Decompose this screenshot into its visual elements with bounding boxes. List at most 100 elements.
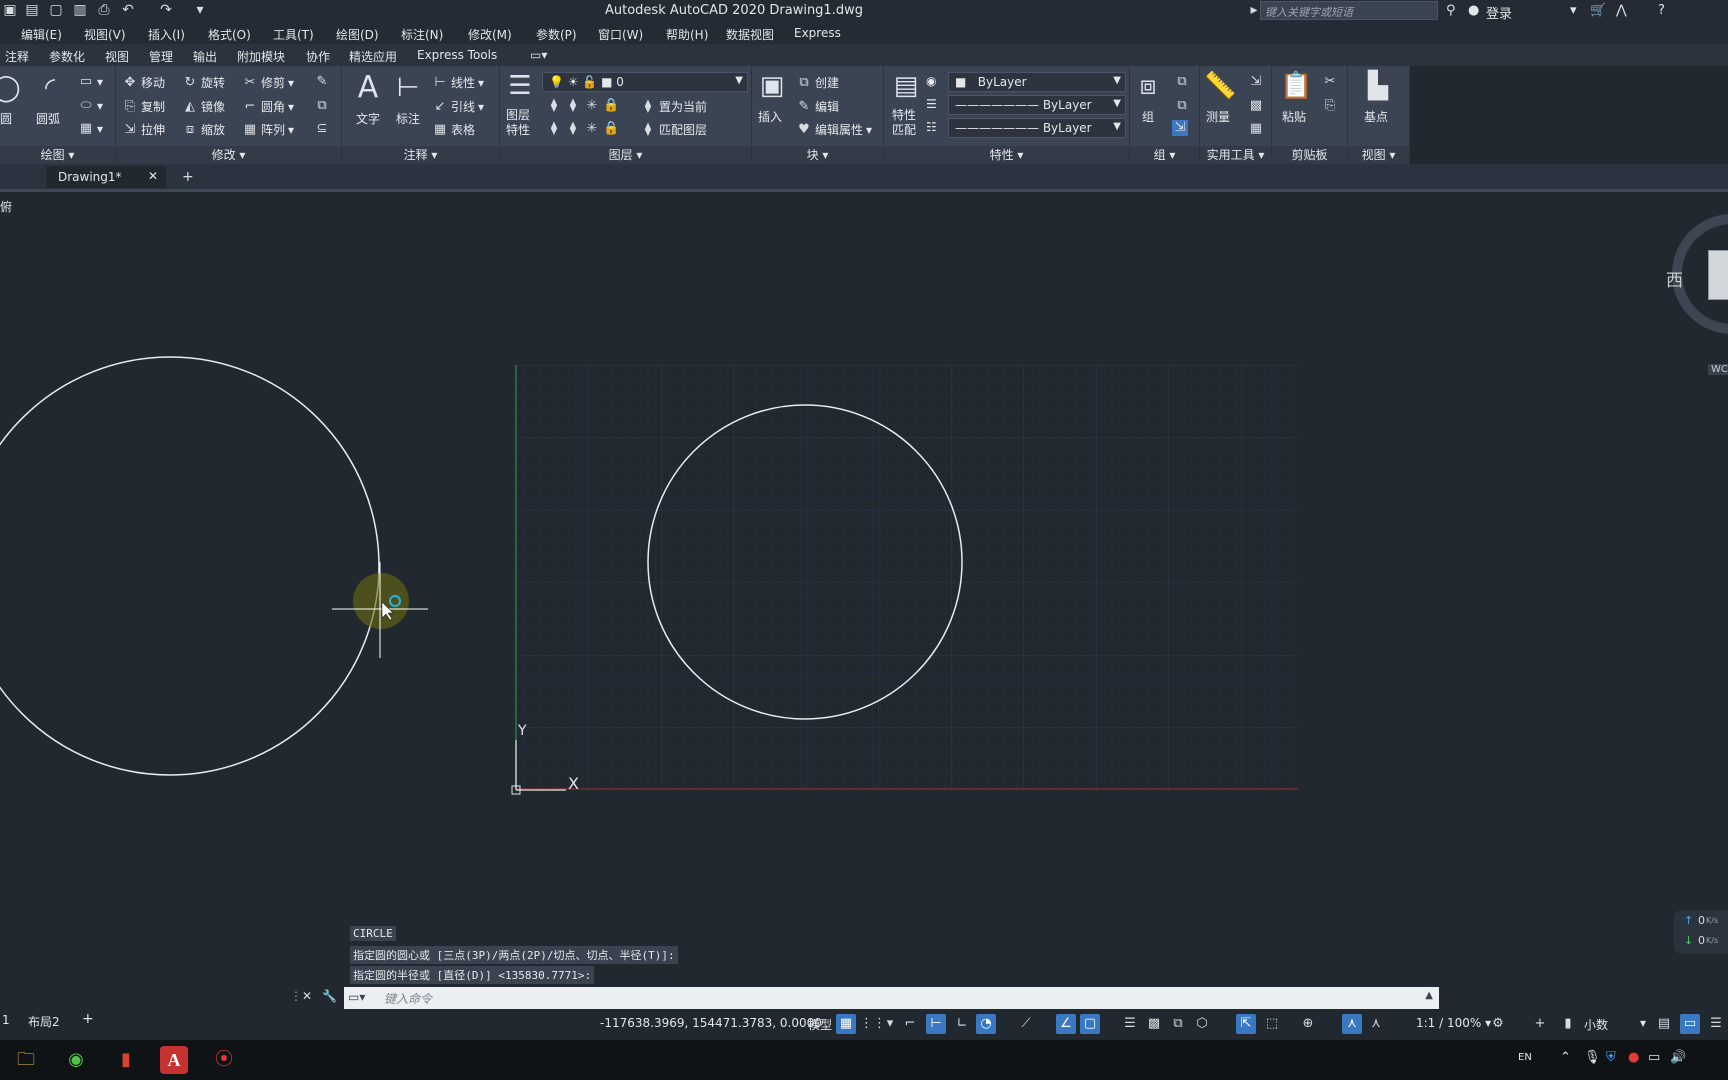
- text-icon[interactable]: A: [352, 72, 384, 104]
- base-view-label[interactable]: 基点: [1364, 108, 1388, 125]
- measure-label[interactable]: 测量: [1206, 108, 1230, 125]
- recording-tray-icon[interactable]: ●: [1628, 1050, 1639, 1065]
- hatch-icon[interactable]: ▦ ▾: [78, 121, 103, 137]
- fillet-button[interactable]: ⌐ 圆角 ▾: [242, 98, 295, 115]
- menu-data-view[interactable]: 数据视图: [726, 26, 774, 43]
- cut-icon[interactable]: ✂: [1322, 74, 1338, 90]
- group-icon[interactable]: ⧈: [1132, 70, 1164, 102]
- office-icon[interactable]: ▮: [112, 1046, 140, 1074]
- lineweight-dropdown[interactable]: ——————— ByLayer ▼: [948, 118, 1126, 138]
- arc-label[interactable]: 圆弧: [36, 110, 60, 127]
- edit-attributes-button[interactable]: ♥ 编辑属性 ▾: [796, 121, 872, 138]
- move-button[interactable]: ✥ 移动: [122, 74, 165, 91]
- binoculars-icon[interactable]: ⚲: [1446, 3, 1456, 18]
- grid-display-icon[interactable]: ▦: [836, 1014, 856, 1034]
- match-properties-icon[interactable]: ▤: [890, 70, 922, 102]
- add-layout-icon[interactable]: +: [82, 1011, 94, 1027]
- select-all-icon[interactable]: ▩: [1248, 98, 1264, 114]
- viewcube-west[interactable]: 西: [1666, 266, 1683, 291]
- array-button[interactable]: ▦ 阵列 ▾: [242, 121, 294, 138]
- table-button[interactable]: ▦ 表格: [432, 121, 475, 138]
- new-tab-icon[interactable]: +: [182, 169, 194, 185]
- edit-block-button[interactable]: ✎ 编辑: [796, 98, 839, 115]
- transparency-icon[interactable]: ▩: [1144, 1014, 1164, 1034]
- quick-select-icon[interactable]: ⇲: [1248, 74, 1264, 90]
- units-dropdown[interactable]: 小数: [1584, 1016, 1608, 1033]
- command-customize-icon[interactable]: 🔧: [322, 989, 337, 1003]
- print-icon[interactable]: ⎙: [96, 2, 112, 18]
- leader-button[interactable]: ↙ 引线 ▾: [432, 98, 485, 115]
- command-grip-icon[interactable]: ⋮: [290, 989, 302, 1003]
- close-tab-icon[interactable]: ✕: [148, 169, 158, 183]
- menu-view[interactable]: 视图(V): [84, 26, 126, 43]
- tray-chevron-icon[interactable]: ⌃: [1560, 1050, 1571, 1065]
- drawing-canvas[interactable]: Y X: [0, 192, 1728, 1012]
- panel-modify-footer[interactable]: 修改 ▾: [116, 146, 341, 164]
- circle-in-progress[interactable]: [0, 356, 380, 776]
- cart-icon[interactable]: 🛒: [1590, 3, 1606, 18]
- command-history-toggle-icon[interactable]: ▲: [1425, 990, 1433, 1001]
- text-label[interactable]: 文字: [356, 110, 380, 127]
- scale-button[interactable]: ⧈ 缩放: [182, 121, 225, 138]
- layout-tab-1[interactable]: 1: [2, 1013, 10, 1027]
- command-input[interactable]: ▭▾ 键入命令 ▲: [344, 987, 1439, 1009]
- insert-block-icon[interactable]: ▣: [756, 70, 788, 102]
- circle-label[interactable]: 圆: [0, 110, 12, 127]
- workspace-gear-icon[interactable]: ⚙: [1488, 1014, 1508, 1034]
- cursor-coordinates[interactable]: -117638.3969, 154471.3783, 0.0000: [600, 1016, 822, 1030]
- connect-icon[interactable]: ⋀: [1616, 3, 1627, 18]
- menu-insert[interactable]: 插入(I): [148, 26, 185, 43]
- menu-edit[interactable]: 编辑(E): [21, 26, 62, 43]
- object-snap-icon[interactable]: ▢: [1080, 1014, 1100, 1034]
- tab-output[interactable]: 输出: [193, 48, 217, 65]
- dynamic-ucs-icon[interactable]: ⇱: [1236, 1014, 1256, 1034]
- layer-tools-row1[interactable]: ⧫ ⧫ ✳ 🔒: [546, 98, 619, 114]
- screen-recorder-icon[interactable]: ⦿: [210, 1046, 238, 1074]
- model-space-button[interactable]: 模型: [808, 1016, 832, 1033]
- arc-icon[interactable]: ◜: [34, 72, 66, 104]
- annotation-visibility-icon[interactable]: ⋏: [1342, 1014, 1362, 1034]
- panel-view-footer[interactable]: 视图 ▾: [1348, 146, 1409, 164]
- menu-tools[interactable]: 工具(T): [273, 26, 314, 43]
- selection-cycling-icon[interactable]: ⧉: [1168, 1014, 1188, 1034]
- circle-icon[interactable]: ◯: [0, 72, 22, 104]
- menu-express[interactable]: Express: [794, 26, 841, 40]
- input-language[interactable]: EN: [1518, 1052, 1532, 1063]
- linetype-dropdown[interactable]: ——————— ByLayer ▼: [948, 95, 1126, 115]
- copy-clip-icon[interactable]: ⎘: [1322, 98, 1338, 114]
- customize-quick-access-icon[interactable]: ▾: [192, 2, 208, 18]
- menu-draw[interactable]: 绘图(D): [336, 26, 379, 43]
- group-select-icon[interactable]: ⇲: [1172, 120, 1188, 136]
- selection-filter-icon[interactable]: ⬚: [1262, 1014, 1282, 1034]
- volume-icon[interactable]: 🔊: [1670, 1050, 1686, 1065]
- stretch-button[interactable]: ⇲ 拉伸: [122, 121, 165, 138]
- menu-window[interactable]: 窗口(W): [598, 26, 643, 43]
- dimension-label[interactable]: 标注: [396, 110, 420, 127]
- object-snap-tracking-icon[interactable]: ∠: [1056, 1014, 1076, 1034]
- redo-icon[interactable]: ↷: [158, 2, 174, 18]
- menu-format[interactable]: 格式(O): [208, 26, 251, 43]
- wcs-label[interactable]: WC: [1708, 364, 1728, 375]
- ungroup-icon[interactable]: ⧉: [1174, 74, 1190, 90]
- measure-icon[interactable]: 📏: [1204, 70, 1236, 102]
- tab-view[interactable]: 视图: [105, 48, 129, 65]
- clean-screen-icon[interactable]: ▭: [1680, 1014, 1700, 1034]
- auto-scale-icon[interactable]: ⋏: [1366, 1014, 1386, 1034]
- create-block-button[interactable]: ⧉ 创建: [796, 74, 839, 91]
- snap-mode-icon[interactable]: ⋮⋮: [860, 1014, 886, 1034]
- open-web-icon[interactable]: ▢: [48, 2, 64, 18]
- dynamic-input-icon[interactable]: ⊢: [926, 1014, 946, 1034]
- help-icon[interactable]: ?: [1658, 3, 1665, 18]
- tab-annotate[interactable]: 注释: [5, 48, 29, 65]
- linear-button[interactable]: ⊢ 线性 ▾: [432, 74, 484, 91]
- autocad-taskbar-icon[interactable]: A: [160, 1046, 188, 1074]
- viewcube-face[interactable]: [1708, 250, 1728, 300]
- group-edit-icon[interactable]: ⧉: [1174, 98, 1190, 114]
- panel-groups-footer[interactable]: 组 ▾: [1130, 146, 1199, 164]
- save-icon[interactable]: ▣: [2, 2, 18, 18]
- match-properties-label[interactable]: 特性 匹配: [892, 108, 916, 138]
- menu-dimension[interactable]: 标注(N): [401, 26, 443, 43]
- copy-button[interactable]: ⎘ 复制: [122, 98, 165, 115]
- undo-icon[interactable]: ↶: [120, 2, 136, 18]
- tab-addins[interactable]: 附加模块: [237, 48, 285, 65]
